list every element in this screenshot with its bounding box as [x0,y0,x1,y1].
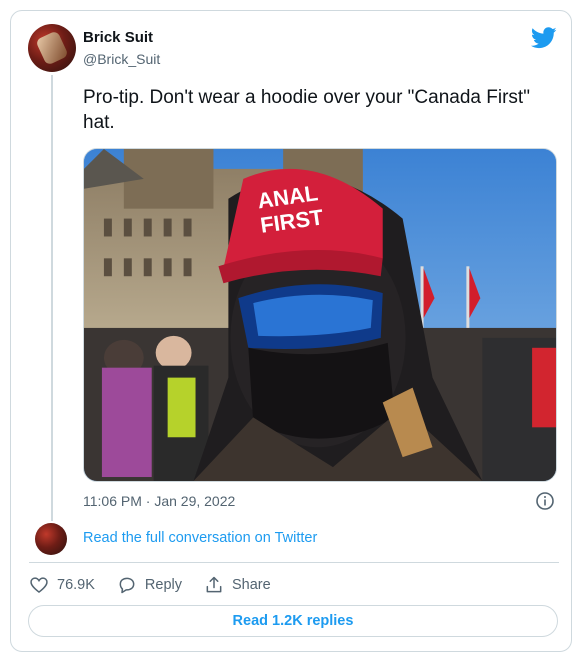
like-count: 76.9K [57,577,95,593]
tweet-timestamp[interactable]: 11:06 PM · Jan 29, 2022 [83,493,235,509]
info-icon[interactable] [535,491,555,511]
author-handle[interactable]: @Brick_Suit [83,51,160,67]
tweet-actions: 76.9K Reply Share [29,573,293,597]
tweet-embed-card: Brick Suit @Brick_Suit Pro-tip. Don't we… [10,10,572,652]
share-label: Share [231,577,271,593]
reply-icon [119,577,135,594]
reply-button[interactable]: Reply [117,575,182,595]
tweet-photo[interactable]: ANAL FIRST [83,148,557,482]
heart-icon [30,577,48,594]
read-replies-button[interactable]: Read 1.2K replies [28,605,558,637]
photo-illustration: ANAL FIRST [84,149,556,481]
share-button[interactable]: Share [204,575,271,595]
share-icon [206,576,222,593]
conversation-avatar[interactable] [35,523,67,555]
twitter-bird-icon[interactable] [531,27,557,49]
author-name[interactable]: Brick Suit [83,29,153,46]
thread-line [51,75,53,521]
reply-label: Reply [144,577,182,593]
divider [29,562,559,563]
author-avatar[interactable] [28,24,76,72]
like-button[interactable]: 76.9K [29,575,95,595]
read-conversation-link[interactable]: Read the full conversation on Twitter [83,530,317,546]
tweet-text: Pro-tip. Don't wear a hoodie over your "… [83,87,530,133]
